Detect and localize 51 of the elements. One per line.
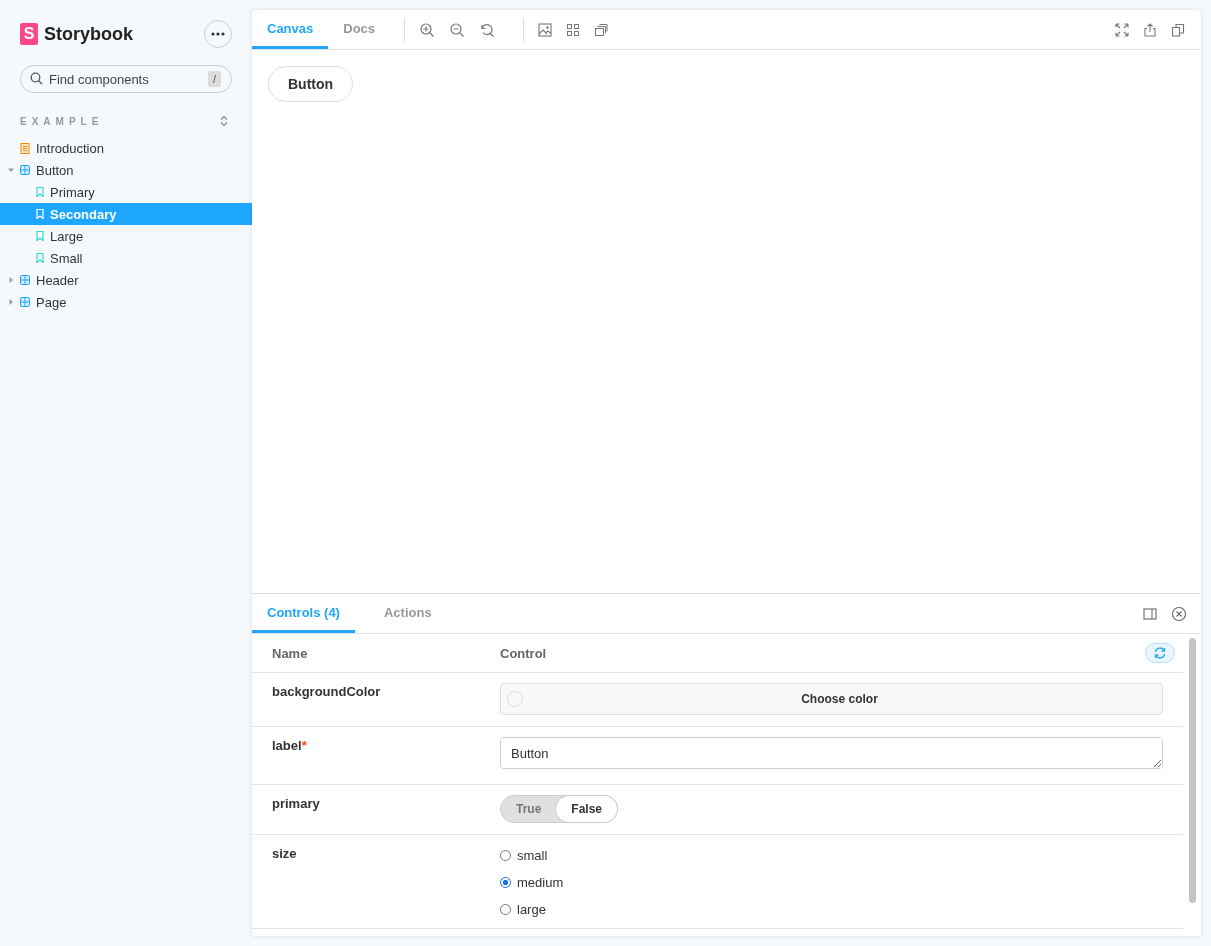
fullscreen-icon[interactable] — [1115, 22, 1129, 37]
brand-name: Storybook — [44, 23, 134, 45]
share-icon[interactable] — [1143, 22, 1157, 37]
panel-layout-icon[interactable] — [1143, 607, 1157, 620]
tree-item[interactable]: Button — [0, 159, 252, 181]
section-heading: EXAMPLE — [20, 115, 104, 127]
grid-icon[interactable] — [566, 22, 581, 37]
close-icon[interactable] — [1171, 605, 1187, 622]
bookmark-icon — [36, 231, 44, 241]
zoom-in-icon[interactable] — [419, 21, 436, 38]
logo-mark: S — [20, 23, 38, 45]
bookmark-icon — [36, 209, 44, 219]
sync-icon — [1154, 647, 1166, 659]
column-header: Control — [500, 645, 548, 661]
component-icon — [20, 297, 30, 307]
property-name: primary — [272, 795, 321, 811]
zoom-out-icon[interactable] — [449, 21, 466, 38]
tree-item[interactable]: Large — [0, 225, 252, 247]
bookmark-icon — [36, 253, 44, 263]
property-name: size — [272, 845, 298, 861]
document-icon — [20, 142, 30, 154]
required-mark: * — [301, 738, 307, 753]
reset-button[interactable] — [1145, 643, 1175, 663]
copy-icon[interactable] — [1171, 22, 1185, 37]
radio-button[interactable] — [500, 877, 511, 888]
expand-collapse-icon[interactable] — [220, 115, 228, 127]
outline-icon[interactable] — [594, 22, 609, 37]
scrollbar[interactable] — [1189, 638, 1196, 903]
component-icon — [20, 275, 30, 285]
column-header: Name — [272, 645, 309, 661]
tree-item[interactable]: Small — [0, 247, 252, 269]
property-name: label* — [272, 737, 308, 753]
property-name: backgroundColor — [272, 683, 382, 699]
radio-label: large — [517, 902, 546, 917]
search-icon — [30, 72, 43, 85]
tree-item[interactable]: Introduction — [0, 137, 252, 159]
more-icon — [211, 32, 225, 36]
toggle-option[interactable]: False — [556, 796, 618, 822]
reset-icon[interactable] — [479, 21, 496, 38]
component-icon — [20, 165, 30, 175]
image-icon[interactable] — [538, 22, 553, 37]
shortcut-key: / — [207, 71, 221, 87]
radio-label: small — [517, 848, 548, 863]
text-field[interactable]: Button — [500, 737, 1163, 769]
tree-item[interactable]: Header — [0, 269, 252, 291]
radio-label: medium — [517, 875, 564, 890]
tree-item[interactable]: Primary — [0, 181, 252, 203]
color-picker-button[interactable]: Choose color — [500, 683, 1163, 715]
preview-button[interactable]: Button — [268, 66, 354, 102]
tree-item[interactable]: Page — [0, 291, 252, 313]
bookmark-icon — [36, 187, 44, 197]
